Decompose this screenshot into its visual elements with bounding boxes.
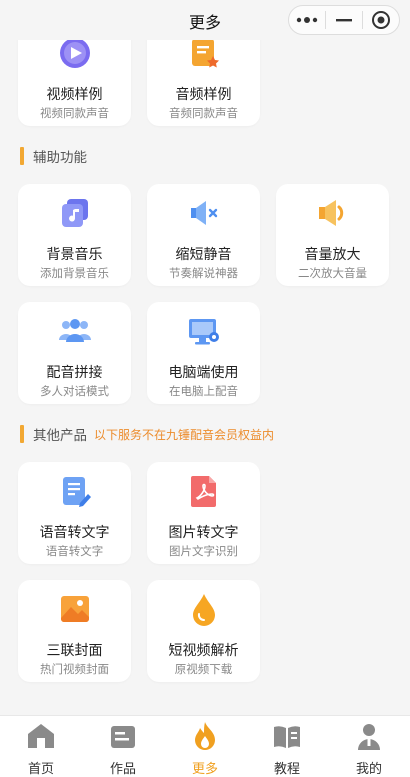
card-video-sample[interactable]: 视频样例 视频同款声音 <box>18 40 131 126</box>
minimize-icon <box>336 19 352 22</box>
card-dubbing-merge[interactable]: 配音拼接 多人对话模式 <box>18 302 131 404</box>
card-name: 音频样例 <box>175 86 232 102</box>
section-marker <box>20 147 24 165</box>
card-name: 语音转文字 <box>39 524 110 540</box>
mini-program-capsule <box>288 5 400 35</box>
card-speech-to-text[interactable]: 语音转文字 语音转文字 <box>18 462 131 564</box>
desktop-computer-icon <box>188 319 219 345</box>
card-sub: 节奏解说神器 <box>169 268 238 280</box>
target-close-icon <box>372 11 390 29</box>
card-name: 短视频解析 <box>168 642 239 658</box>
tab-works[interactable]: 作品 <box>82 716 164 777</box>
tab-label: 我的 <box>355 761 382 776</box>
minimize-button[interactable] <box>326 6 362 34</box>
tab-bar: 首页 作品 更多 教程 我的 <box>0 715 410 777</box>
tab-more[interactable]: 更多 <box>164 716 246 777</box>
card-sub: 视频同款声音 <box>40 108 109 120</box>
scroll-content[interactable]: 视频样例 视频同款声音 音频样例 音频同款声音 辅助功能 背景音乐 添加背景音乐… <box>0 40 410 715</box>
section-marker <box>20 425 24 443</box>
section-label: 辅助功能 <box>33 150 87 165</box>
card-name: 音量放大 <box>304 246 361 262</box>
card-sub: 添加背景音乐 <box>40 268 109 280</box>
card-name: 三联封面 <box>46 642 103 658</box>
card-audio-sample[interactable]: 音频样例 音频同款声音 <box>147 40 260 126</box>
card-sub: 二次放大音量 <box>298 268 367 280</box>
card-sub: 热门视频封面 <box>40 664 109 676</box>
card-sub: 在电脑上配音 <box>169 386 238 398</box>
document-edit-icon <box>62 477 91 507</box>
tab-label: 首页 <box>27 761 54 776</box>
tab-label: 更多 <box>191 761 218 776</box>
section-label: 其他产品 <box>33 428 87 443</box>
tab-mine[interactable]: 我的 <box>328 716 410 777</box>
card-sub: 语音转文字 <box>45 546 104 558</box>
section-note: 以下服务不在九锤配音会员权益内 <box>94 427 275 442</box>
music-note-icon <box>61 199 88 227</box>
card-shorten-silence[interactable]: 缩短静音 节奏解说神器 <box>147 184 260 286</box>
tab-home[interactable]: 首页 <box>0 716 82 777</box>
card-desktop-use[interactable]: 电脑端使用 在电脑上配音 <box>147 302 260 404</box>
works-icon <box>111 726 135 748</box>
card-sub: 原视频下载 <box>174 664 233 676</box>
card-sub: 多人对话模式 <box>40 386 109 398</box>
card-short-video-parse[interactable]: 短视频解析 原视频下载 <box>147 580 260 682</box>
more-button[interactable] <box>289 6 325 34</box>
card-image-to-text[interactable]: 图片转文字 图片文字识别 <box>147 462 260 564</box>
tab-label: 作品 <box>109 761 136 776</box>
card-sub: 图片文字识别 <box>169 546 238 558</box>
card-sub: 音频同款声音 <box>169 108 238 120</box>
section-aux-header: 辅助功能 <box>20 146 87 166</box>
tab-tutorial[interactable]: 教程 <box>246 716 328 777</box>
card-volume-boost[interactable]: 音量放大 二次放大音量 <box>276 184 389 286</box>
section-other-header: 其他产品 以下服务不在九锤配音会员权益内 <box>20 424 274 444</box>
card-name: 图片转文字 <box>168 524 239 540</box>
card-name: 视频样例 <box>46 86 103 102</box>
card-name: 缩短静音 <box>175 246 232 262</box>
user-icon <box>358 724 380 750</box>
close-button[interactable] <box>363 6 399 34</box>
water-drop-icon <box>192 594 215 626</box>
card-background-music[interactable]: 背景音乐 添加背景音乐 <box>18 184 131 286</box>
card-name: 电脑端使用 <box>168 364 239 380</box>
card-name: 背景音乐 <box>46 246 103 262</box>
nav-bar: 更多 <box>0 0 410 40</box>
more-dots-icon <box>296 17 318 23</box>
card-name: 配音拼接 <box>46 364 103 380</box>
audio-doc-icon <box>191 40 219 68</box>
image-icon <box>60 596 89 622</box>
fire-icon <box>195 722 215 750</box>
book-icon <box>274 726 300 748</box>
pdf-file-icon <box>190 476 216 507</box>
home-icon <box>28 724 54 748</box>
video-play-icon <box>59 40 90 68</box>
volume-up-icon <box>318 200 343 226</box>
card-triple-cover[interactable]: 三联封面 热门视频封面 <box>18 580 131 682</box>
tab-label: 教程 <box>273 761 300 776</box>
people-group-icon <box>58 319 91 342</box>
mute-speaker-icon <box>190 201 217 225</box>
